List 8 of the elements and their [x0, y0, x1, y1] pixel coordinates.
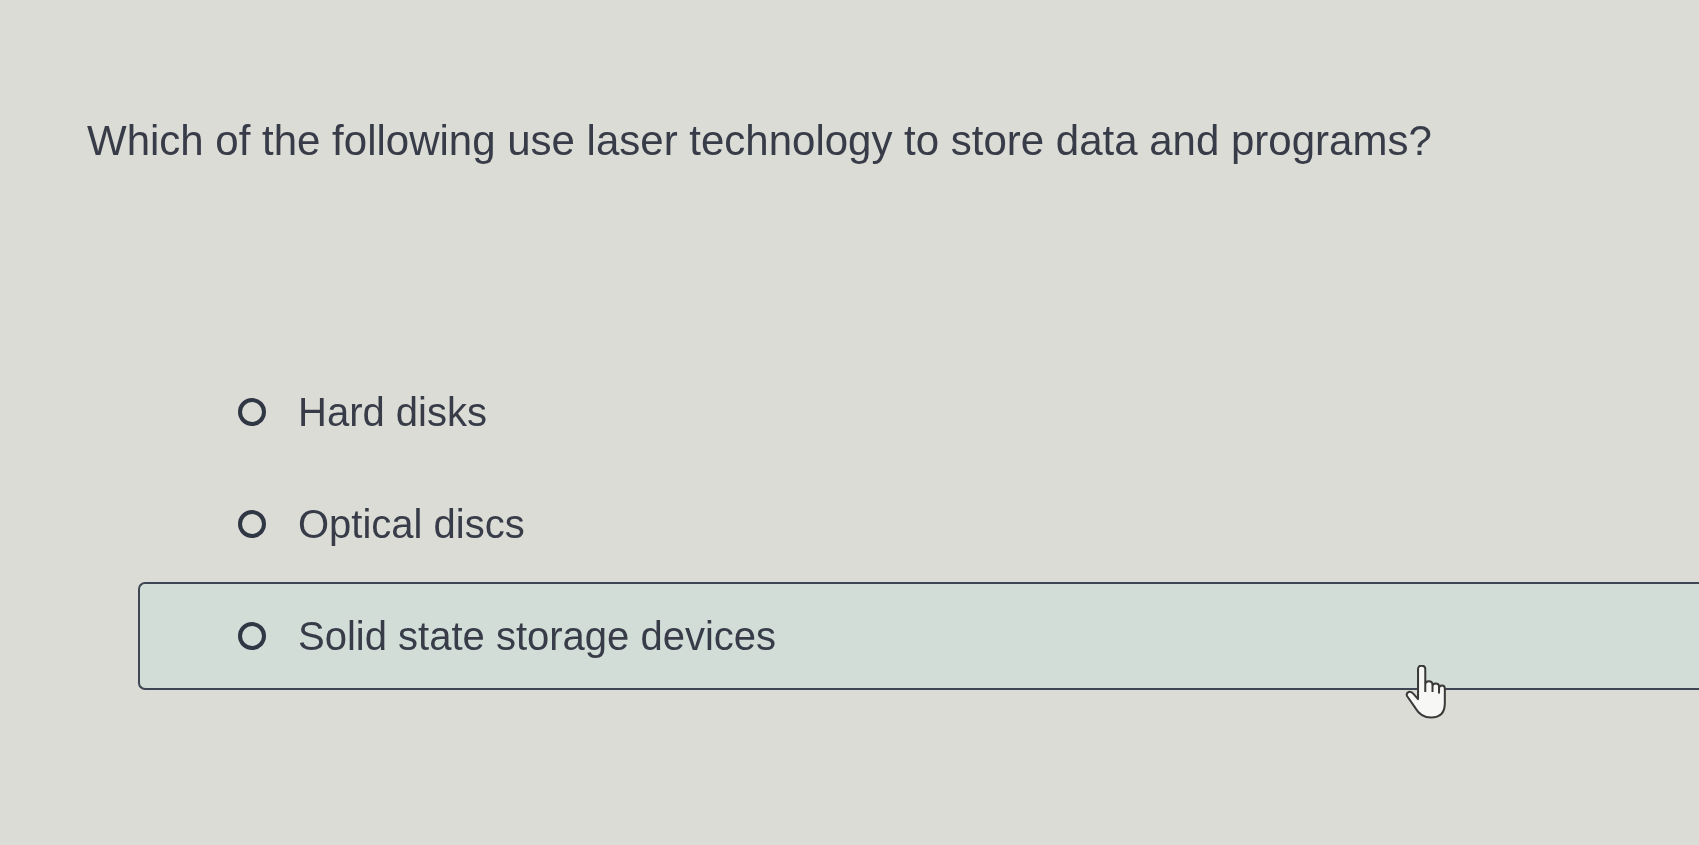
hand-pointer-icon [1405, 665, 1447, 719]
option-label[interactable]: Hard disks [298, 388, 487, 436]
radio-button[interactable] [238, 398, 266, 426]
question-text: Which of the following use laser technology to store data and programs? [87, 116, 1432, 166]
option-label[interactable]: Optical discs [298, 500, 525, 548]
radio-button[interactable] [238, 510, 266, 538]
radio-button[interactable] [238, 622, 266, 650]
option-label[interactable]: Solid state storage devices [298, 612, 777, 660]
